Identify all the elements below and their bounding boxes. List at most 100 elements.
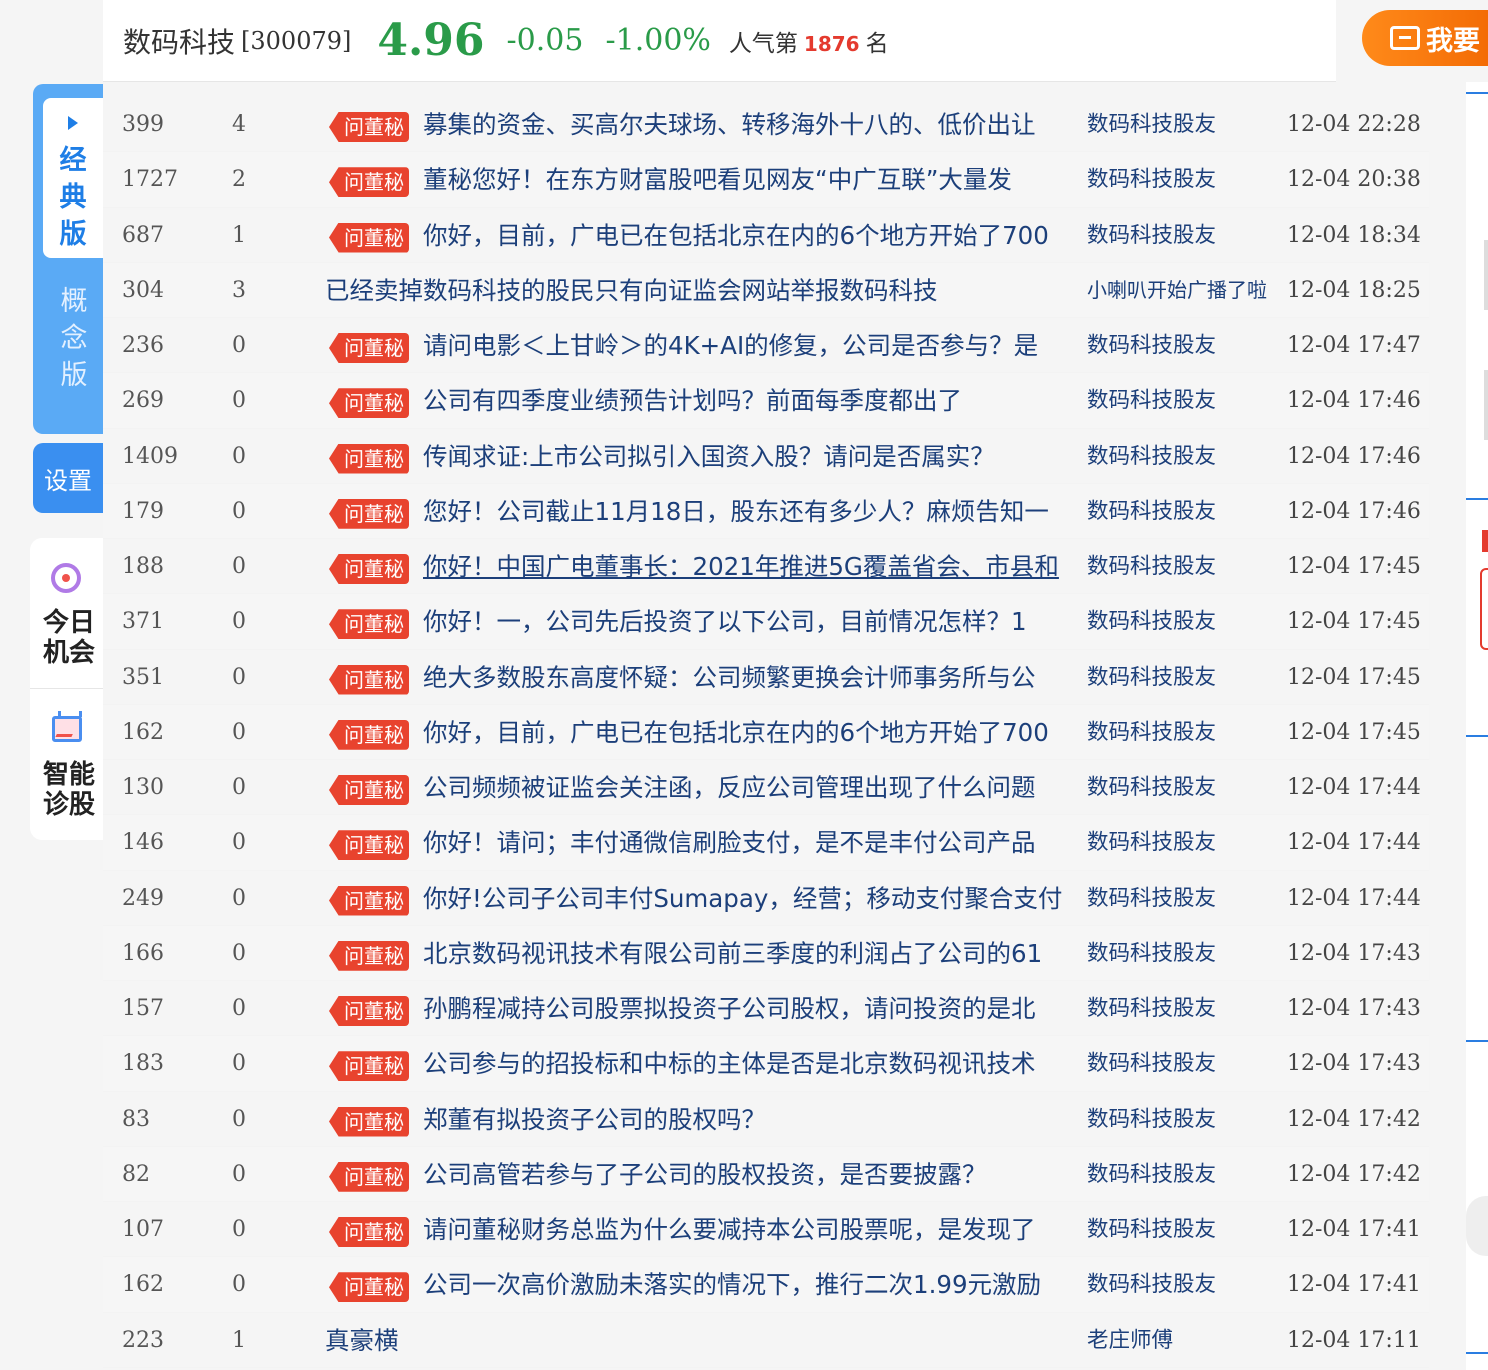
right-panel-divider — [1466, 1352, 1488, 1354]
post-author-link[interactable]: 数码科技股友 — [1087, 1036, 1287, 1091]
post-time: 12-04 17:42 — [1287, 1161, 1421, 1187]
replies-count: 0 — [232, 609, 246, 635]
post-author-link[interactable]: 老庄师傅 — [1087, 1313, 1287, 1368]
ask-secretary-tag: 问董秘 — [329, 388, 409, 419]
tab-concept-version[interactable]: 概念版 — [59, 283, 89, 394]
views-count: 82 — [122, 1161, 150, 1187]
post-time: 12-04 17:42 — [1287, 1106, 1421, 1132]
post-row[interactable]: 236 0 问董秘 请问电影＜上甘岭＞的4K+AI的修复，公司是否参与？是 数码科技股友… — [103, 318, 1429, 374]
post-title-link[interactable]: 真豪横 — [325, 1313, 975, 1368]
post-title-link[interactable]: 你好！一，公司先后投资了以下公司，目前情况怎样？1 — [423, 594, 1073, 649]
post-time: 12-04 17:46 — [1287, 498, 1421, 524]
post-author-link[interactable]: 数码科技股友 — [1087, 208, 1287, 263]
post-title-link[interactable]: 北京数码视讯技术有限公司前三季度的利润占了公司的61 — [423, 926, 1073, 981]
scroll-button[interactable] — [1466, 1196, 1488, 1256]
ask-question-button[interactable]: 我要 — [1362, 10, 1488, 66]
post-row[interactable]: 107 0 问董秘 请问董秘财务总监为什么要减持本公司股票呢，是发现了 数码科技股友 12… — [103, 1202, 1429, 1258]
post-author-link[interactable]: 数码科技股友 — [1087, 594, 1287, 649]
views-count: 179 — [122, 498, 164, 524]
right-panel-button[interactable] — [1480, 568, 1488, 650]
post-title-link[interactable]: 你好！请问；丰付通微信刷脸支付，是不是丰付公司产品 — [423, 815, 1073, 870]
post-row[interactable]: 83 0 问董秘 郑董有拟投资子公司的股权吗？ 数码科技股友 12-04 17:42 — [103, 1092, 1429, 1147]
post-author-link[interactable]: 数码科技股友 — [1087, 650, 1287, 705]
post-row[interactable]: 157 0 问董秘 孙鹏程减持公司股票拟投资子公司股权，请问投资的是北 数码科技股友 12… — [103, 981, 1429, 1037]
post-row[interactable]: 130 0 问董秘 公司频频被证监会关注函，反应公司管理出现了什么问题 数码科技股友 12… — [103, 760, 1429, 816]
post-row[interactable]: 1409 0 问董秘 传闻求证:上市公司拟引入国资入股？请问是否属实？ 数码科技股友 12… — [103, 429, 1429, 484]
post-title-link[interactable]: 请问董秘财务总监为什么要减持本公司股票呢，是发现了 — [423, 1202, 1073, 1257]
post-author-link[interactable]: 数码科技股友 — [1087, 318, 1287, 373]
post-title-link[interactable]: 公司一次高价激励未落实的情况下，推行二次1.99元激励 — [423, 1257, 1073, 1312]
views-count: 249 — [122, 885, 164, 911]
views-count: 269 — [122, 388, 164, 414]
post-row[interactable]: 249 0 问董秘 你好!公司子公司丰付Sumapay，经营；移动支付聚合支付 数码科技… — [103, 871, 1429, 926]
replies-count: 0 — [232, 885, 246, 911]
post-title-link[interactable]: 募集的资金、买高尔夫球场、转移海外十八的、低价出让 — [423, 97, 1073, 152]
post-row[interactable]: 351 0 问董秘 绝大多数股东高度怀疑：公司频繁更换会计师事务所与公 数码科技股友 12… — [103, 650, 1429, 705]
post-row[interactable]: 188 0 问董秘 你好！中国广电董事长：2021年推进5G覆盖省会、市县和 数码科技股… — [103, 539, 1429, 595]
post-row[interactable]: 269 0 问董秘 公司有四季度业绩预告计划吗？前面每季度都出了 数码科技股友 12-04… — [103, 373, 1429, 429]
stock-name[interactable]: 数码科技 — [123, 21, 235, 61]
ask-secretary-tag: 问董秘 — [329, 885, 409, 916]
post-title-link[interactable]: 公司参与的招投标和中标的主体是否是北京数码视讯技术 — [423, 1036, 1073, 1091]
post-row[interactable]: 82 0 问董秘 公司高管若参与了子公司的股权投资，是否要披露？ 数码科技股友 12-04… — [103, 1146, 1429, 1202]
post-title-link[interactable]: 绝大多数股东高度怀疑：公司频繁更换会计师事务所与公 — [423, 650, 1073, 705]
post-title-link[interactable]: 郑董有拟投资子公司的股权吗？ — [423, 1092, 1073, 1147]
post-title-link[interactable]: 你好，目前，广电已在包括北京在内的6个地方开始了700 — [423, 208, 1073, 263]
post-author-link[interactable]: 数码科技股友 — [1087, 871, 1287, 926]
post-row[interactable]: 166 0 问董秘 北京数码视讯技术有限公司前三季度的利润占了公司的61 数码科技股友 1… — [103, 925, 1429, 981]
post-title-link[interactable]: 你好！中国广电董事长：2021年推进5G覆盖省会、市县和 — [423, 539, 1073, 594]
post-row[interactable]: 687 1 问董秘 你好，目前，广电已在包括北京在内的6个地方开始了700 数码科技股友… — [103, 208, 1429, 263]
ask-secretary-tag: 问董秘 — [329, 222, 409, 253]
tab-classic-version[interactable]: 经典版 — [43, 98, 103, 258]
post-row[interactable]: 146 0 问董秘 你好！请问；丰付通微信刷脸支付，是不是丰付公司产品 数码科技股友 12… — [103, 815, 1429, 871]
post-title-link[interactable]: 传闻求证:上市公司拟引入国资入股？请问是否属实？ — [423, 429, 1073, 484]
post-row[interactable]: 371 0 问董秘 你好！一，公司先后投资了以下公司，目前情况怎样？1 数码科技股友 12… — [103, 594, 1429, 650]
post-author-link[interactable]: 小喇叭开始广播了啦 — [1087, 263, 1287, 318]
post-time: 12-04 17:11 — [1287, 1327, 1421, 1353]
smart-diagnosis-label: 智能诊股 — [42, 760, 95, 820]
post-row[interactable]: 179 0 问董秘 您好！公司截止11月18日，股东还有多少人？麻烦告知一 数码科技股友… — [103, 483, 1429, 539]
post-title-link[interactable]: 你好，目前，广电已在包括北京在内的6个地方开始了700 — [423, 705, 1073, 760]
ask-secretary-tag: 问董秘 — [329, 1217, 409, 1247]
post-author-link[interactable]: 数码科技股友 — [1087, 1202, 1287, 1257]
play-arrow-icon — [68, 116, 78, 130]
post-author-link[interactable]: 数码科技股友 — [1087, 705, 1287, 760]
post-author-link[interactable]: 数码科技股友 — [1087, 760, 1287, 815]
post-author-link[interactable]: 数码科技股友 — [1087, 97, 1287, 152]
post-title-link[interactable]: 请问电影＜上甘岭＞的4K+AI的修复，公司是否参与？是 — [423, 318, 1073, 373]
post-row[interactable]: 1727 2 问董秘 董秘您好！在东方财富股吧看见网友“中广互联”大量发 数码科技股友 1… — [103, 152, 1429, 208]
post-author-link[interactable]: 数码科技股友 — [1087, 539, 1287, 594]
post-author-link[interactable]: 数码科技股友 — [1087, 1257, 1287, 1312]
post-row[interactable]: 162 0 问董秘 你好，目前，广电已在包括北京在内的6个地方开始了700 数码科技股友… — [103, 704, 1429, 760]
post-time: 12-04 20:38 — [1287, 167, 1421, 193]
post-author-link[interactable]: 数码科技股友 — [1087, 815, 1287, 870]
post-row[interactable]: 183 0 问董秘 公司参与的招投标和中标的主体是否是北京数码视讯技术 数码科技股友 12… — [103, 1036, 1429, 1092]
settings-button[interactable]: 设置 — [33, 443, 103, 513]
post-time: 12-04 17:46 — [1287, 443, 1421, 469]
post-row[interactable]: 304 3 已经卖掉数码科技的股民只有向证监会网站举报数码科技 小喇叭开始广播了啦 12… — [103, 262, 1429, 318]
post-author-link[interactable]: 数码科技股友 — [1087, 1147, 1287, 1202]
post-row[interactable]: 399 4 问董秘 募集的资金、买高尔夫球场、转移海外十八的、低价出让 数码科技股友 12… — [103, 97, 1429, 153]
post-author-link[interactable]: 数码科技股友 — [1087, 926, 1287, 981]
post-title-link[interactable]: 您好！公司截止11月18日，股东还有多少人？麻烦告知一 — [423, 484, 1073, 539]
post-time: 12-04 17:41 — [1287, 1272, 1421, 1298]
ask-secretary-tag: 问董秘 — [329, 498, 409, 529]
post-title-link[interactable]: 公司有四季度业绩预告计划吗？前面每季度都出了 — [423, 373, 1073, 428]
post-author-link[interactable]: 数码科技股友 — [1087, 373, 1287, 428]
post-time: 12-04 17:45 — [1287, 719, 1421, 745]
replies-count: 0 — [232, 996, 246, 1021]
post-author-link[interactable]: 数码科技股友 — [1087, 429, 1287, 484]
post-title-link[interactable]: 公司频频被证监会关注函，反应公司管理出现了什么问题 — [423, 760, 1073, 815]
post-author-link[interactable]: 数码科技股友 — [1087, 1092, 1287, 1147]
post-author-link[interactable]: 数码科技股友 — [1087, 484, 1287, 539]
post-title-link[interactable]: 已经卖掉数码科技的股民只有向证监会网站举报数码科技 — [325, 263, 975, 318]
post-row[interactable]: 162 0 问董秘 公司一次高价激励未落实的情况下，推行二次1.99元激励 数码科技股友… — [103, 1257, 1429, 1313]
post-author-link[interactable]: 数码科技股友 — [1087, 981, 1287, 1036]
post-title-link[interactable]: 公司高管若参与了子公司的股权投资，是否要披露？ — [423, 1147, 1073, 1202]
post-title-link[interactable]: 孙鹏程减持公司股票拟投资子公司股权，请问投资的是北 — [423, 981, 1073, 1036]
post-row[interactable]: 223 1 真豪横 老庄师傅 12-04 17:11 — [103, 1313, 1429, 1368]
post-author-link[interactable]: 数码科技股友 — [1087, 152, 1287, 207]
post-title-link[interactable]: 董秘您好！在东方财富股吧看见网友“中广互联”大量发 — [423, 152, 1073, 207]
right-panel-divider — [1466, 498, 1488, 500]
post-title-link[interactable]: 你好!公司子公司丰付Sumapay，经营；移动支付聚合支付 — [423, 871, 1073, 926]
